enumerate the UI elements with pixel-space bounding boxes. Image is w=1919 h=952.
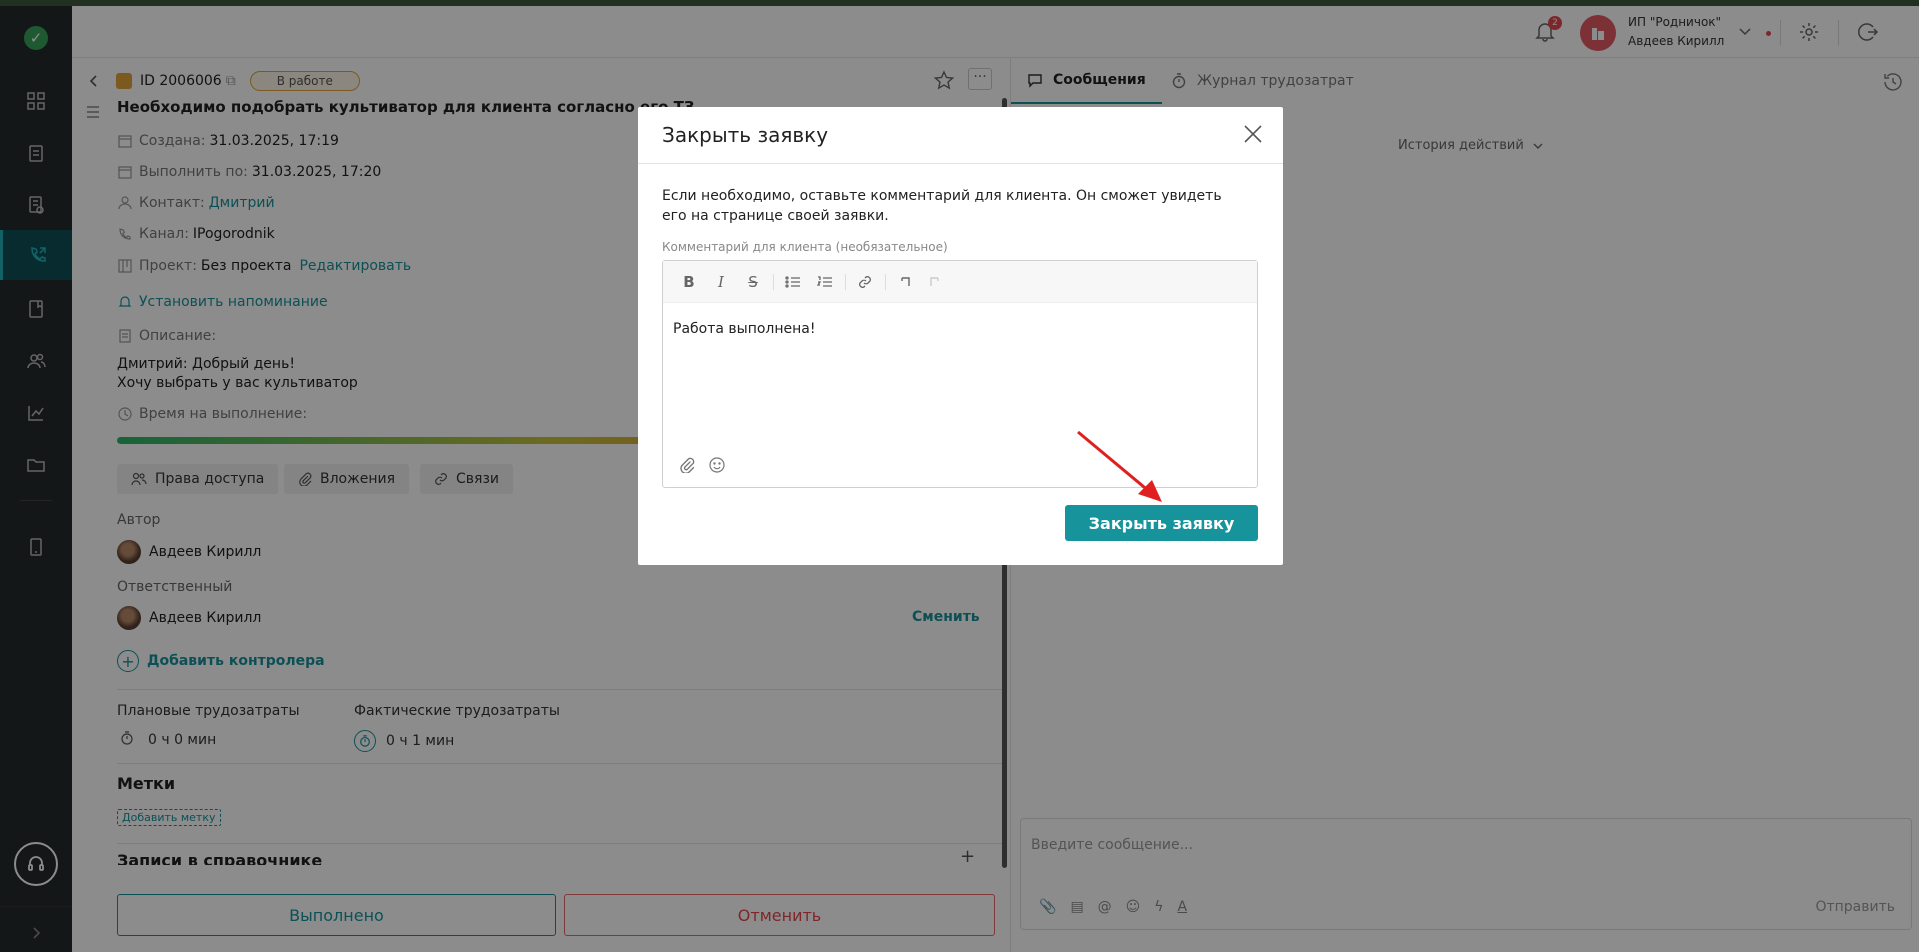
italic-icon[interactable]: I [711,272,731,292]
paperclip-icon[interactable] [679,457,695,477]
toolbar-divider [885,274,886,290]
bullet-list-icon[interactable] [783,272,803,292]
toolbar-divider [845,274,846,290]
link-icon[interactable] [855,272,875,292]
comment-text[interactable]: Работа выполнена! [673,321,816,337]
bold-icon[interactable]: B [679,272,699,292]
modal-title: Закрыть заявку [662,123,829,147]
close-icon[interactable] [1242,123,1266,147]
close-request-submit-button[interactable]: Закрыть заявку [1065,505,1258,541]
toolbar-divider [773,274,774,290]
comment-field-label: Комментарий для клиента (необязательное) [662,240,948,254]
redo-icon[interactable] [925,272,945,292]
modal-divider [638,163,1283,164]
editor-bottom-toolbar [679,457,725,477]
annotation-arrow [1077,430,1162,502]
numbered-list-icon[interactable] [815,272,835,292]
undo-icon[interactable] [895,272,915,292]
modal-description: Если необходимо, оставьте комментарий дл… [662,188,1222,224]
emoji-icon[interactable] [709,457,725,477]
strikethrough-icon[interactable]: S [743,272,763,292]
editor-toolbar: B I S [663,261,1257,303]
close-request-modal: Закрыть заявку Если необходимо, оставьте… [638,107,1283,565]
